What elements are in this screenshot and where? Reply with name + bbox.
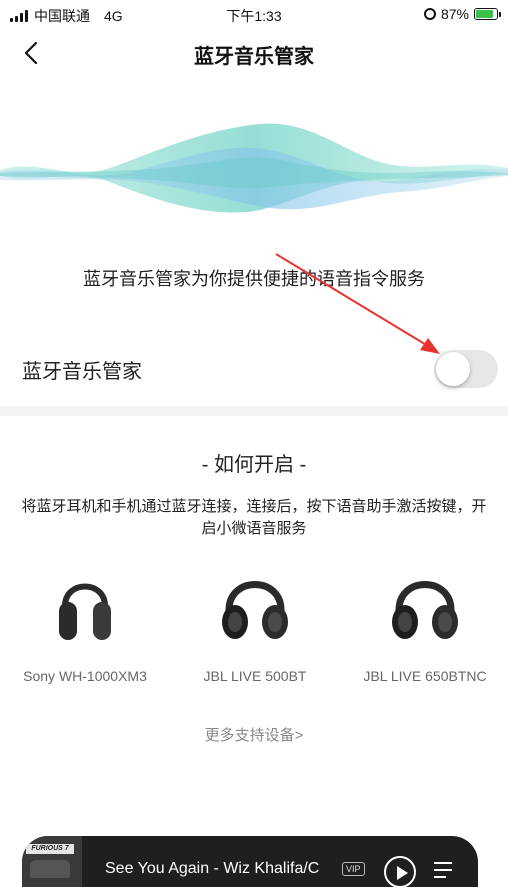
battery-icon bbox=[474, 8, 501, 20]
battery-percent: 87% bbox=[440, 6, 469, 22]
status-bar: 中国联通 4G 下午1:33 87% bbox=[0, 0, 508, 30]
headphones-icon bbox=[392, 581, 458, 639]
now-playing-title[interactable]: See You Again - Wiz Khalifa/C bbox=[105, 860, 319, 878]
device-name: JBL LIVE 650BTNC bbox=[363, 668, 487, 684]
album-art[interactable]: FURIOUS 7 bbox=[22, 836, 82, 887]
playlist-icon[interactable] bbox=[434, 860, 462, 884]
nav-bar: 蓝牙音乐管家 bbox=[0, 30, 508, 76]
annotation-arrow-icon bbox=[275, 253, 440, 354]
page-title: 蓝牙音乐管家 bbox=[194, 46, 314, 68]
supported-devices: Sony WH-1000XM3 JBL LIVE 500BT JBL LIVE … bbox=[0, 566, 508, 696]
device-jbl-live-650btnc[interactable]: JBL LIVE 650BTNC bbox=[340, 566, 508, 696]
device-jbl-live-500bt[interactable]: JBL LIVE 500BT bbox=[170, 566, 340, 696]
album-title-text: FURIOUS 7 bbox=[26, 844, 74, 854]
mini-player[interactable]: FURIOUS 7 See You Again - Wiz Khalifa/C … bbox=[22, 836, 478, 887]
vip-badge: VIP bbox=[342, 862, 365, 876]
bluetooth-music-manager-screen: 中国联通 4G 下午1:33 87% 蓝牙音乐管家 蓝牙音乐管家为你提供便捷的语… bbox=[0, 0, 508, 887]
device-name: Sony WH-1000XM3 bbox=[23, 668, 147, 684]
more-devices-link[interactable]: 更多支持设备> bbox=[0, 724, 508, 745]
toggle-label: 蓝牙音乐管家 bbox=[22, 361, 142, 383]
headphones-icon bbox=[222, 581, 288, 639]
device-name: JBL LIVE 500BT bbox=[203, 668, 307, 684]
howto-title: - 如何开启 - bbox=[201, 454, 307, 476]
howto-description: 将蓝牙耳机和手机通过蓝牙连接，连接后，按下语音助手激活按键，开启小微语音服务 bbox=[21, 498, 487, 537]
device-sony-wh-1000xm3[interactable]: Sony WH-1000XM3 bbox=[0, 566, 170, 696]
album-car-image bbox=[30, 860, 70, 878]
section-divider bbox=[0, 406, 508, 416]
voice-wave-illustration bbox=[0, 123, 508, 213]
headphones-icon bbox=[59, 583, 111, 640]
rotation-lock-icon bbox=[423, 8, 436, 20]
play-button[interactable] bbox=[384, 856, 416, 887]
